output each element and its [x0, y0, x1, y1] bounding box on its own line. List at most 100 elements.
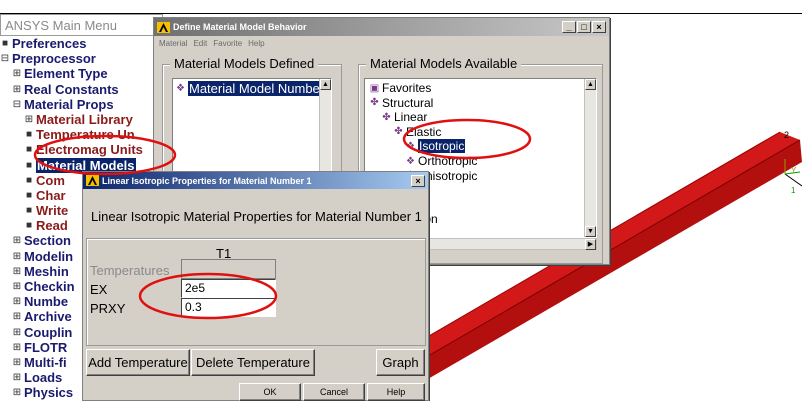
scroll-up-icon[interactable]: ▲ — [320, 79, 331, 90]
prxy-label: PRXY — [90, 301, 126, 316]
define-window-menubar: Material Edit Favorite Help — [154, 36, 609, 50]
isotropic-dialog: Linear Isotropic Properties for Material… — [82, 171, 429, 401]
models-available-label: Material Models Available — [366, 56, 522, 71]
menu-item[interactable]: ■ Temperature Un — [0, 127, 143, 142]
expand-icon: ⊞ — [12, 68, 22, 80]
available-list-scrollbar[interactable]: ▲ ▼ — [584, 79, 596, 237]
menu-item-label: Read — [36, 218, 68, 234]
menu-item-label: Write — [36, 203, 69, 219]
available-item-label: Linear — [394, 110, 428, 125]
menu-item-label: Real Constants — [24, 81, 119, 97]
available-list-item[interactable]: ✤ Linear — [381, 110, 427, 124]
main-menu-title: ANSYS Main Menu — [0, 14, 163, 36]
defined-list-item[interactable]: ❖ Material Model Number — [175, 80, 326, 96]
menu-leaf-icon: ■ — [25, 189, 33, 201]
menu-item-label: Numbe — [24, 294, 69, 310]
menu-item[interactable]: ⊞ Material Library — [0, 112, 143, 127]
isotropic-dialog-title: Linear Isotropic Properties for Material… — [102, 175, 312, 186]
menu-item-label: Couplin — [24, 324, 73, 340]
menu-leaf-icon: ■ — [25, 174, 33, 186]
menu-item[interactable]: ■ Electromag Units — [0, 142, 143, 157]
scroll-up-icon[interactable]: ▲ — [585, 79, 596, 90]
add-temperature-button[interactable]: Add Temperature — [86, 349, 190, 376]
ok-button[interactable]: OK — [239, 383, 301, 401]
cancel-button[interactable]: Cancel — [303, 383, 365, 401]
define-window-titlebar[interactable]: Define Material Model Behavior _ □ × — [154, 18, 609, 36]
collapse-icon: ⊟ — [0, 53, 10, 65]
available-list-item[interactable]: ✤ Structural — [369, 96, 433, 110]
menu-item-label: Loads — [24, 370, 63, 386]
expand-icon: ⊞ — [12, 372, 22, 384]
menu-item-label: Preprocessor — [12, 51, 96, 67]
delete-temperature-button[interactable]: Delete Temperature — [191, 349, 315, 376]
menu-material[interactable]: Material — [159, 39, 187, 48]
menu-leaf-icon: ■ — [25, 205, 33, 217]
available-list-item[interactable]: ❖ Orthotropic — [405, 154, 477, 168]
isotropic-heading: Linear Isotropic Material Properties for… — [91, 209, 422, 224]
menu-favorite[interactable]: Favorite — [213, 39, 242, 48]
menu-item-label: Element Type — [24, 66, 108, 82]
ansys-logo-icon — [86, 175, 99, 186]
minimize-button[interactable]: _ — [562, 21, 576, 33]
menu-item-label: Physics — [24, 385, 74, 401]
available-list-item[interactable]: ✤ Elastic — [393, 125, 441, 139]
expand-icon: ⊞ — [12, 296, 22, 308]
expand-icon: ⊞ — [12, 341, 22, 353]
triad-x-axis — [784, 173, 802, 187]
menu-item-label: Com — [36, 172, 65, 188]
menu-item-label: Checkin — [24, 279, 75, 294]
available-item-label: Orthotropic — [418, 154, 478, 168]
menu-item-label: FLOTR — [24, 339, 68, 355]
menu-item-label: Material Props — [24, 96, 114, 112]
menu-leaf-icon: ■ — [1, 38, 9, 49]
menu-help[interactable]: Help — [248, 39, 264, 48]
close-button[interactable]: × — [592, 21, 606, 33]
ansys-logo-icon — [157, 21, 170, 33]
material-icon: ❖ — [406, 140, 415, 152]
expand-icon: ⊞ — [12, 281, 22, 292]
menu-leaf-icon: ■ — [25, 129, 33, 141]
expand-icon: ⊞ — [12, 250, 22, 262]
menu-item-label: Multi-fi — [24, 354, 67, 370]
menu-item[interactable]: ■ Preferences — [0, 36, 143, 51]
menu-item-label: Archive — [24, 309, 72, 325]
menu-item[interactable]: ⊞ Element Type — [0, 66, 143, 81]
structural-icon: ✤ — [382, 111, 391, 123]
menu-item[interactable]: ⊟ Material Props — [0, 97, 143, 112]
menu-edit[interactable]: Edit — [193, 39, 207, 48]
menu-item-label: Preferences — [12, 36, 87, 51]
temperature-field[interactable] — [181, 259, 276, 279]
axis-label-y: Y — [791, 166, 797, 175]
folder-icon: ▣ — [369, 82, 380, 94]
define-window-title: Define Material Model Behavior — [173, 22, 307, 32]
scroll-down-icon[interactable]: ▼ — [585, 226, 596, 237]
menu-leaf-icon: ■ — [25, 220, 33, 232]
menu-item-label: Temperature Un — [36, 127, 135, 143]
top-bar — [0, 0, 802, 14]
scroll-right-icon[interactable]: ▶ — [585, 239, 596, 250]
prxy-input[interactable]: 0.3 — [181, 298, 276, 317]
menu-item-label: Section — [24, 233, 71, 249]
ex-label: EX — [90, 282, 108, 297]
available-list-item[interactable]: ▣ Favorites — [369, 81, 432, 95]
available-item-label: Isotropic — [418, 139, 466, 154]
material-icon: ❖ — [406, 155, 415, 167]
material-icon: ❖ — [176, 82, 185, 94]
axis-label-1: 1 — [791, 186, 796, 195]
isotropic-dialog-titlebar[interactable]: Linear Isotropic Properties for Material… — [83, 172, 428, 189]
graph-button[interactable]: Graph — [376, 349, 425, 376]
menu-item-label: Meshin — [24, 263, 69, 279]
expand-icon: ⊞ — [12, 83, 22, 95]
available-list-item[interactable]: ❖ Isotropic — [405, 139, 466, 154]
expand-icon: ⊞ — [12, 356, 22, 368]
available-item-label: Structural — [382, 95, 434, 110]
maximize-button[interactable]: □ — [577, 21, 591, 33]
help-button[interactable]: Help — [367, 383, 425, 401]
menu-item[interactable]: ⊞ Real Constants — [0, 82, 143, 97]
menu-item[interactable]: ⊟ Preprocessor — [0, 51, 143, 66]
ex-input[interactable]: 2e5 — [181, 279, 276, 298]
menu-item-label: Modelin — [24, 248, 74, 264]
close-button[interactable]: × — [411, 174, 425, 187]
expand-icon: ⊞ — [12, 235, 22, 247]
expand-icon: ⊞ — [24, 113, 34, 125]
